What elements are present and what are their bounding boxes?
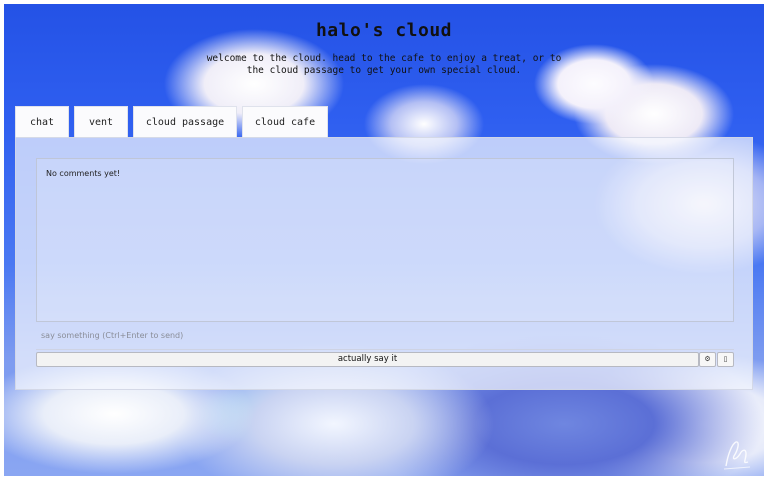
tab-label: chat	[29, 117, 55, 128]
tab-cloud-passage[interactable]: cloud passage	[133, 106, 237, 138]
send-button[interactable]: actually say it	[36, 352, 699, 367]
gear-icon: ⚙	[704, 356, 711, 363]
square-icon: ▯	[723, 356, 728, 363]
extra-button[interactable]: ▯	[717, 352, 734, 367]
page-title: halo's cloud	[315, 20, 453, 41]
page-background: halo's cloud welcome to the cloud. head …	[4, 4, 764, 476]
page-subtitle: welcome to the cloud. head to the cafe t…	[206, 53, 562, 76]
tab-label: cloud cafe	[254, 117, 316, 128]
tab-cloud-cafe[interactable]: cloud cafe	[242, 106, 328, 138]
empty-comments-text: No comments yet!	[46, 169, 121, 178]
artist-signature	[723, 441, 751, 470]
tab-chat[interactable]: chat	[15, 106, 69, 138]
chat-panel: No comments yet! actually say it ⚙ ▯	[15, 137, 753, 390]
tab-label: cloud passage	[145, 117, 225, 128]
tab-vent[interactable]: vent	[74, 106, 128, 138]
settings-button[interactable]: ⚙	[699, 352, 716, 367]
comment-input[interactable]	[36, 322, 734, 350]
tab-label: vent	[88, 117, 114, 128]
comment-list[interactable]: No comments yet!	[36, 158, 734, 322]
